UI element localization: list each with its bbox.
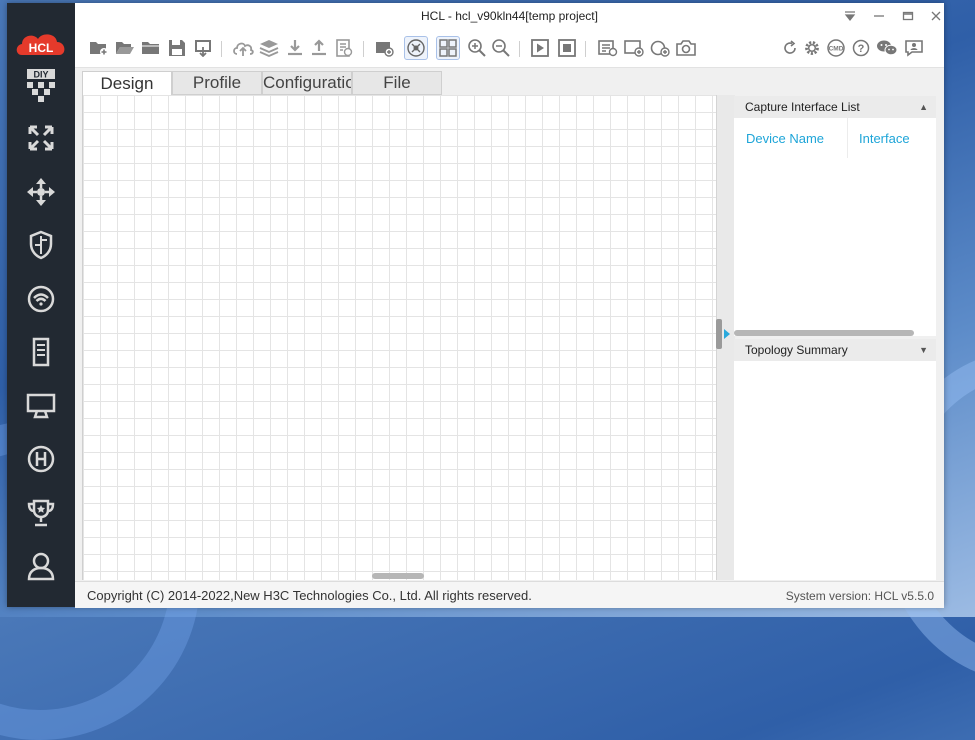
tab-file[interactable]: File bbox=[352, 71, 442, 95]
document-settings-icon[interactable] bbox=[333, 37, 355, 59]
topology-summary-panel: Topology Summary ▼ bbox=[734, 339, 936, 580]
collapse-toggle-icon[interactable]: ▼ bbox=[919, 339, 928, 361]
sidebar-item-diy[interactable]: DIY bbox=[21, 65, 61, 105]
grid-view-icon[interactable] bbox=[436, 36, 460, 60]
import-icon[interactable] bbox=[284, 37, 306, 59]
gear-icon[interactable] bbox=[801, 37, 823, 59]
device-sidebar: HCL DIY bbox=[7, 3, 75, 607]
feedback-icon[interactable] bbox=[903, 37, 925, 59]
add-note-icon[interactable] bbox=[623, 37, 645, 59]
add-shape-icon[interactable] bbox=[649, 37, 671, 59]
hcl-window: HCL DIY HCL - hcl_v90kln44[temp project]… bbox=[7, 3, 944, 608]
stop-all-icon[interactable] bbox=[556, 37, 578, 59]
sidebar-item-trophy[interactable] bbox=[21, 493, 61, 533]
svg-text:CMD: CMD bbox=[829, 46, 844, 53]
topology-panel-header[interactable]: Topology Summary ▼ bbox=[734, 339, 936, 361]
topology-panel-title: Topology Summary bbox=[745, 343, 848, 357]
zoom-in-icon[interactable] bbox=[466, 37, 488, 59]
system-version: System version: HCL v5.5.0 bbox=[785, 589, 934, 603]
toolbar: CMD ? bbox=[75, 29, 944, 68]
wechat-icon[interactable] bbox=[876, 37, 898, 59]
window-title: HCL - hcl_v90kln44[temp project] bbox=[421, 9, 598, 23]
sidebar-item-terminal[interactable] bbox=[21, 386, 61, 426]
new-project-icon[interactable] bbox=[88, 37, 110, 59]
title-bar: HCL - hcl_v90kln44[temp project] bbox=[75, 3, 944, 29]
save-as-icon[interactable] bbox=[192, 37, 214, 59]
start-all-icon[interactable] bbox=[529, 37, 551, 59]
list-settings-icon[interactable] bbox=[597, 37, 619, 59]
collapse-toggle-icon[interactable]: ▲ bbox=[919, 96, 928, 118]
open-project-icon[interactable] bbox=[114, 37, 136, 59]
svg-text:HCL: HCL bbox=[29, 41, 54, 55]
save-icon[interactable] bbox=[166, 37, 188, 59]
maximize-button[interactable] bbox=[897, 6, 919, 26]
column-interface[interactable]: Interface bbox=[859, 131, 910, 146]
capture-panel-title: Capture Interface List bbox=[745, 100, 860, 114]
folder-icon[interactable] bbox=[140, 37, 162, 59]
sidebar-item-server[interactable] bbox=[21, 332, 61, 372]
column-device-name[interactable]: Device Name bbox=[746, 131, 824, 146]
status-bar: Copyright (C) 2014-2022,New H3C Technolo… bbox=[75, 581, 944, 608]
cloud-upload-icon[interactable] bbox=[232, 37, 254, 59]
sidebar-item-router[interactable] bbox=[21, 118, 61, 158]
export-icon[interactable] bbox=[308, 37, 330, 59]
dropdown-menu-button[interactable] bbox=[839, 6, 861, 26]
sidebar-item-wireless[interactable] bbox=[21, 279, 61, 319]
add-device-icon[interactable] bbox=[373, 37, 395, 59]
camera-icon[interactable] bbox=[675, 37, 697, 59]
splitter-handle[interactable] bbox=[716, 319, 722, 349]
svg-text:?: ? bbox=[858, 43, 865, 55]
sidebar-item-h3c[interactable] bbox=[21, 439, 61, 479]
tab-design[interactable]: Design bbox=[82, 71, 172, 95]
cmd-icon[interactable]: CMD bbox=[825, 37, 847, 59]
copyright-text: Copyright (C) 2014-2022,New H3C Technolo… bbox=[87, 588, 532, 603]
hcl-logo: HCL bbox=[14, 31, 68, 61]
select-mode-icon[interactable] bbox=[404, 36, 428, 60]
topology-canvas[interactable] bbox=[82, 95, 717, 580]
close-button[interactable] bbox=[925, 6, 947, 26]
expand-arrow-icon[interactable] bbox=[724, 329, 730, 339]
capture-panel-scrollbar[interactable] bbox=[734, 330, 914, 336]
canvas-horizontal-scrollbar[interactable] bbox=[372, 573, 424, 579]
sidebar-item-switch[interactable] bbox=[21, 172, 61, 212]
capture-table-header: Device Name Interface bbox=[734, 118, 936, 158]
zoom-out-icon[interactable] bbox=[490, 37, 512, 59]
help-icon[interactable]: ? bbox=[850, 37, 872, 59]
capture-interface-panel: Capture Interface List ▲ Device Name Int… bbox=[734, 96, 936, 336]
layers-icon[interactable] bbox=[258, 37, 280, 59]
svg-text:DIY: DIY bbox=[33, 70, 48, 80]
sidebar-item-user[interactable] bbox=[21, 546, 61, 586]
sidebar-item-firewall[interactable] bbox=[21, 225, 61, 265]
capture-panel-header[interactable]: Capture Interface List ▲ bbox=[734, 96, 936, 118]
tab-configuration[interactable]: Configuration bbox=[262, 71, 352, 95]
tab-profile[interactable]: Profile bbox=[172, 71, 262, 95]
refresh-icon[interactable] bbox=[779, 37, 801, 59]
minimize-button[interactable] bbox=[868, 6, 890, 26]
